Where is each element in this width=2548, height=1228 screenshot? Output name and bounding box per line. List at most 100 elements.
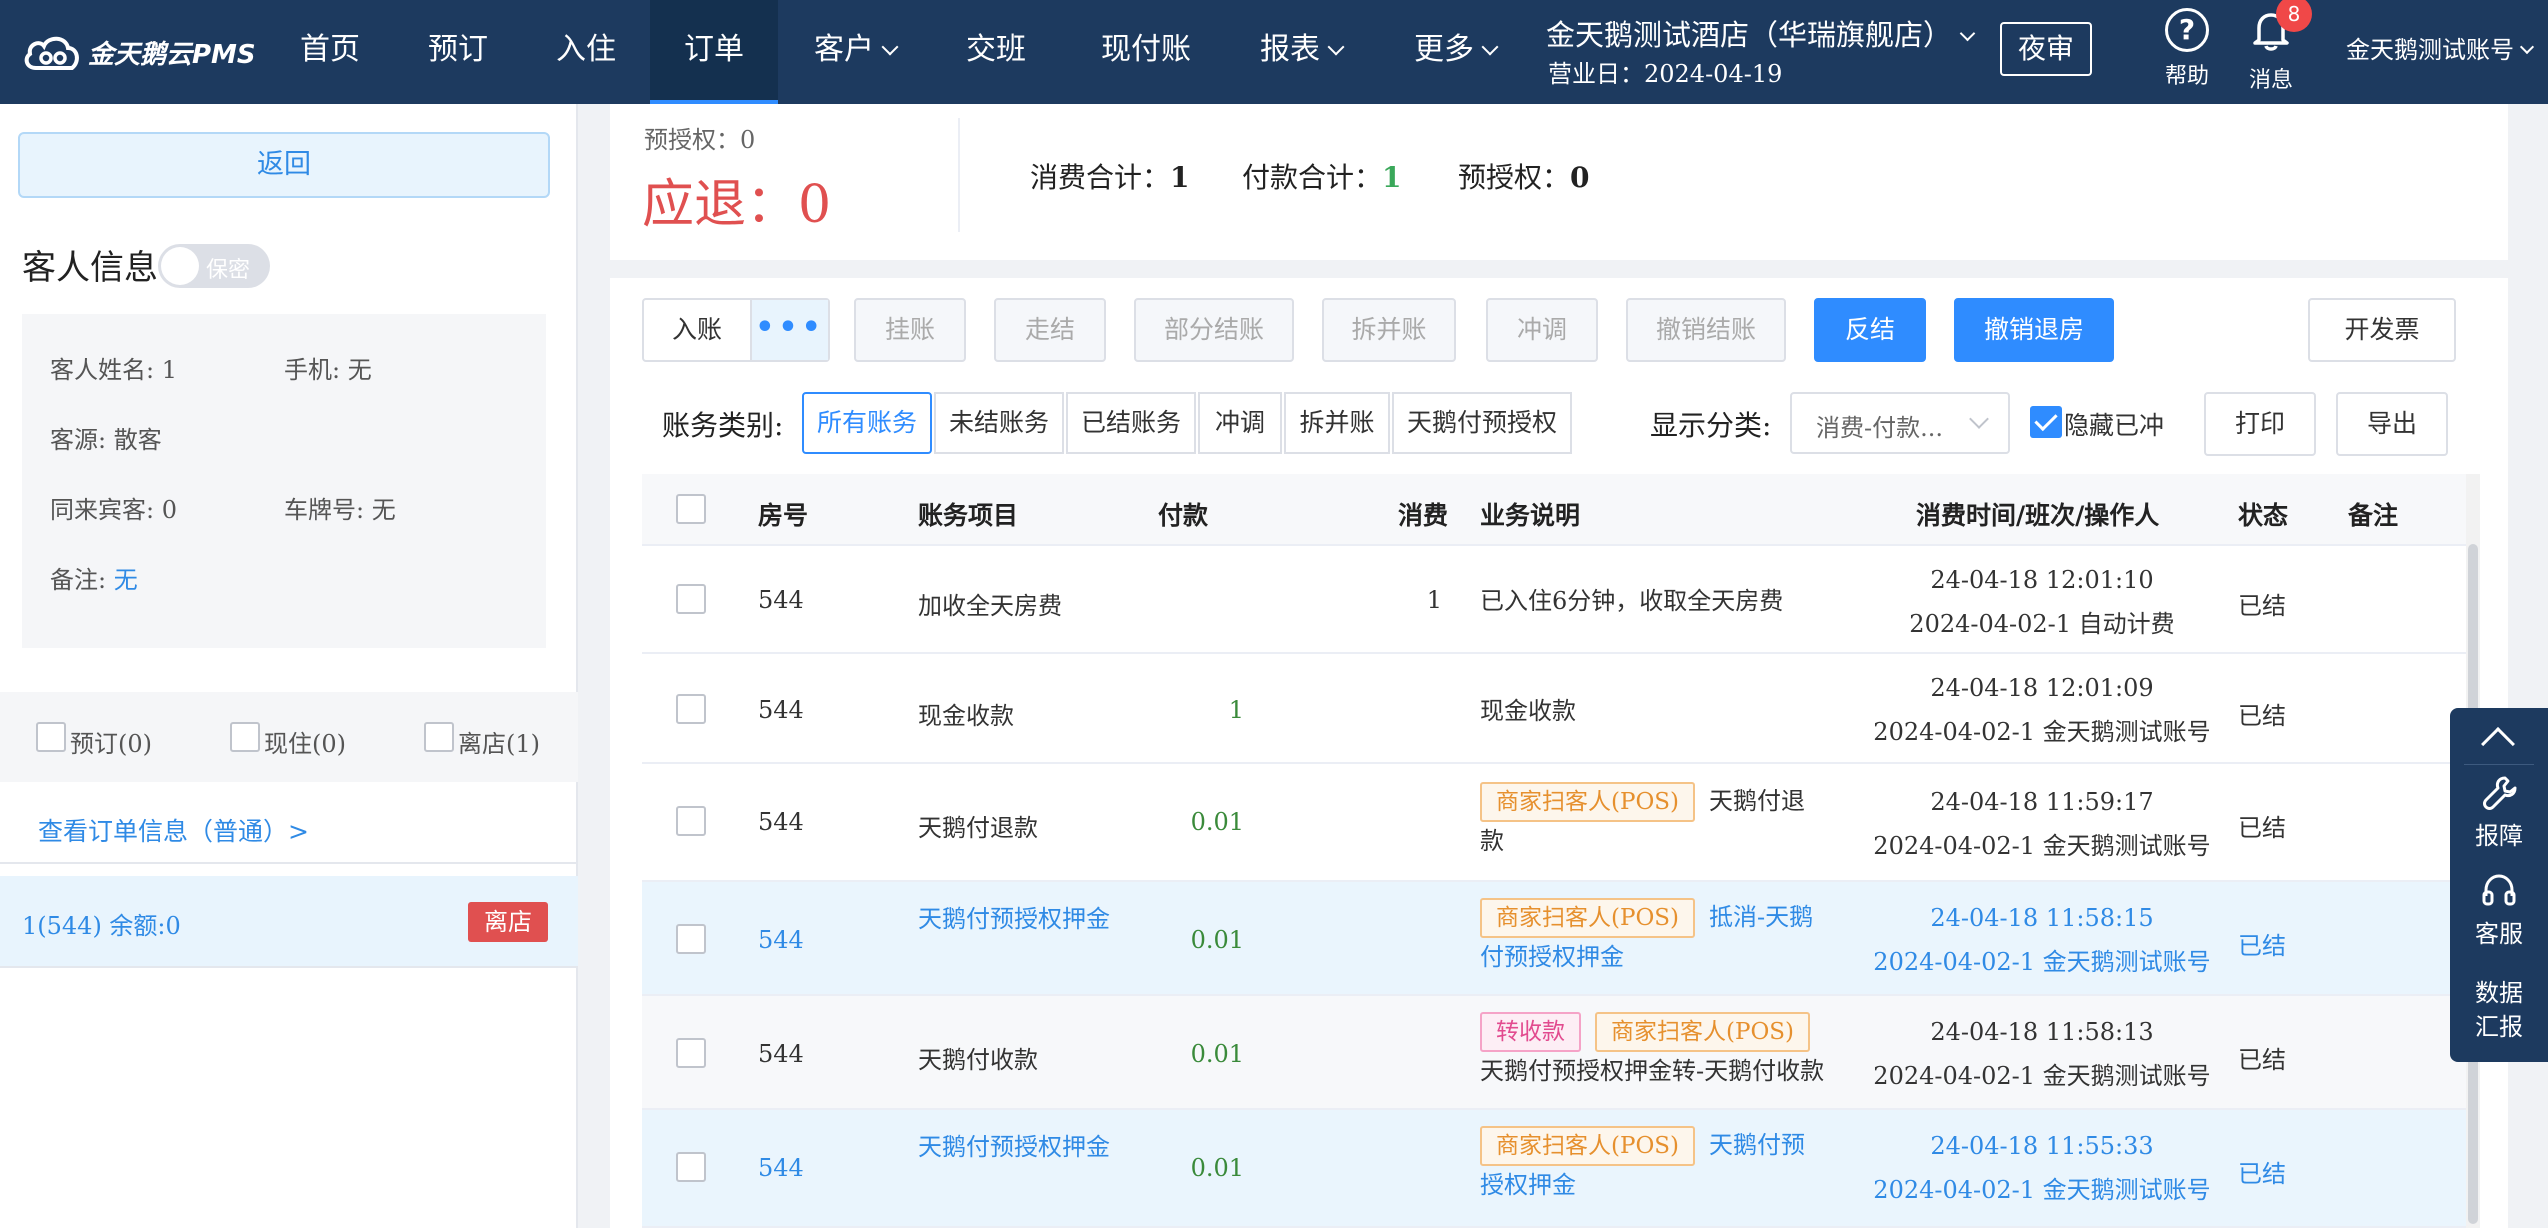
row-checkbox[interactable] — [676, 694, 706, 724]
cell-time: 24-04-18 12:01:09 — [1930, 674, 2154, 702]
remark-value[interactable]: 无 — [114, 566, 138, 594]
pos-scan-tag: 商家扫客人(POS) — [1480, 1126, 1696, 1166]
tab-unsettled[interactable]: 未结账务 — [934, 392, 1064, 454]
departed-status-tag: 离店 — [468, 902, 548, 942]
header-remark: 备注 — [2348, 501, 2399, 530]
night-audit-button[interactable]: 夜审 — [2000, 22, 2092, 76]
display-category-select[interactable]: 消费-付款... — [1790, 392, 2010, 454]
cell-shift-operator: 2024-04-02-1 金天鹅测试账号 — [1873, 948, 2211, 976]
report-issue-button[interactable]: 报障 — [2450, 774, 2548, 851]
nav-shift-handover[interactable]: 交班 — [948, 0, 1044, 104]
guest-source: 客源: 散客 — [50, 426, 162, 454]
customer-service-button[interactable]: 客服 — [2450, 872, 2548, 949]
cell-status: 已结 — [2238, 702, 2286, 730]
view-order-info-link[interactable]: 查看订单信息（普通）> — [38, 812, 309, 848]
print-button[interactable]: 打印 — [2204, 392, 2316, 456]
hide-adjusted-checkbox[interactable] — [2030, 406, 2062, 438]
messages-button[interactable]: 8 消息 — [2246, 0, 2312, 94]
post-charge-group: 入账 ••• — [642, 298, 830, 362]
nav-home[interactable]: 首页 — [282, 0, 378, 104]
table-row[interactable]: 544 天鹅付预授权押金 0.01 商家扫客人(POS) 抵消-天鹅付预授权押金 … — [642, 882, 2476, 996]
cell-shift-operator: 2024-04-02-1 金天鹅测试账号 — [1873, 1062, 2211, 1090]
post-charge-button[interactable]: 入账 — [644, 300, 750, 360]
cancel-settle-button[interactable]: 撤销结账 — [1626, 298, 1786, 362]
nav-cash-account[interactable]: 现付账 — [1086, 0, 1206, 104]
header-consume: 消费 — [1398, 501, 1449, 530]
logo[interactable]: 金天鹅云PMS — [22, 30, 256, 74]
row-checkbox[interactable] — [676, 584, 706, 614]
chevron-down-icon — [1327, 38, 1345, 56]
select-all-checkbox[interactable] — [676, 494, 706, 524]
consume-total-label: 消费合计： — [1030, 161, 1171, 194]
report-issue-label: 报障 — [2475, 822, 2523, 850]
chevron-up-icon[interactable] — [2481, 727, 2515, 761]
table-row[interactable]: 544 天鹅付收款 0.01 转收款 商家扫客人(POS) 天鹅付预授权押金转-天鹅… — [642, 996, 2476, 1110]
partial-settle-button[interactable]: 部分结账 — [1134, 298, 1294, 362]
more-actions-button[interactable]: ••• — [750, 300, 828, 360]
row-checkbox[interactable] — [676, 806, 706, 836]
cell-shift-operator: 2024-04-02-1 自动计费 — [1909, 610, 2175, 638]
nav-customers[interactable]: 客户 — [800, 0, 910, 104]
description-text: 已入住6分钟，收取全天房费 — [1480, 587, 1784, 615]
cell-room: 544 — [758, 1154, 804, 1182]
privacy-toggle[interactable]: 保密 — [158, 244, 270, 288]
data-report-button[interactable]: 数据 汇报 — [2450, 976, 2548, 1044]
hotel-selector[interactable]: 金天鹅测试酒店（华瑞旗舰店） — [1546, 12, 1976, 54]
guest-phone: 手机: 无 — [284, 356, 372, 384]
cell-room: 544 — [758, 586, 804, 614]
table-row[interactable]: 544 加收全天房费 1 已入住6分钟，收取全天房费 24-04-18 12:0… — [642, 546, 2476, 654]
pre-auth-total: 预授权：0 — [1458, 156, 1590, 196]
cell-description: 商家扫客人(POS) 天鹅付预授权押金 — [1480, 1126, 1828, 1204]
tab-split-merge[interactable]: 拆并账 — [1284, 392, 1390, 454]
headset-icon — [2482, 874, 2516, 906]
remark-label: 备注: — [50, 566, 114, 594]
room-balance: 1(544) 余额:0 — [22, 912, 181, 940]
chevron-down-icon — [1969, 409, 1989, 429]
cell-item: 加收全天房费 — [918, 592, 1062, 620]
undo-checkout-button[interactable]: 撤销退房 — [1954, 298, 2114, 362]
table-row[interactable]: 544 天鹅付预授权押金 0.01 商家扫客人(POS) 天鹅付预授权押金 24-… — [642, 1110, 2476, 1228]
filter-departed-checkbox[interactable] — [424, 722, 454, 752]
tab-swan-pay-preauth[interactable]: 天鹅付预授权 — [1392, 392, 1572, 454]
cell-payment: 0.01 — [1190, 1040, 1244, 1068]
filter-current-checkbox[interactable] — [230, 722, 260, 752]
nav-reservation[interactable]: 预订 — [410, 0, 506, 104]
split-merge-button[interactable]: 拆并账 — [1322, 298, 1456, 362]
issue-invoice-button[interactable]: 开发票 — [2308, 298, 2456, 362]
cell-status: 已结 — [2238, 932, 2286, 960]
tab-all-bills[interactable]: 所有账务 — [802, 392, 932, 454]
nav-reports[interactable]: 报表 — [1246, 0, 1356, 104]
table-row[interactable]: 544 天鹅付退款 0.01 商家扫客人(POS) 天鹅付退款 24-04-18 … — [642, 764, 2476, 882]
row-checkbox[interactable] — [676, 924, 706, 954]
export-button[interactable]: 导出 — [2336, 392, 2448, 456]
nav-orders[interactable]: 订单 — [650, 0, 778, 104]
account-menu[interactable]: 金天鹅测试账号 — [2346, 30, 2535, 65]
help-button[interactable]: ? 帮助 — [2162, 8, 2212, 90]
tab-adjust[interactable]: 冲调 — [1198, 392, 1282, 454]
row-checkbox[interactable] — [676, 1038, 706, 1068]
row-checkbox[interactable] — [676, 1152, 706, 1182]
back-button[interactable]: 返回 — [18, 132, 550, 198]
data-report-label-1: 数据 — [2475, 979, 2523, 1007]
refund-amount: 应退：0 — [642, 175, 832, 235]
floating-tool-panel: 报障 客服 数据 汇报 — [2450, 708, 2548, 1062]
hang-account-button[interactable]: 挂账 — [854, 298, 966, 362]
guest-info-panel: 客人姓名: 1 手机: 无 客源: 散客 同来宾客: 0 车牌号: 无 备注: … — [22, 314, 546, 648]
nav-shift-handover-label: 交班 — [966, 32, 1026, 67]
filter-reserved-checkbox[interactable] — [36, 722, 66, 752]
nav-checkin[interactable]: 入住 — [538, 0, 634, 104]
tab-settled[interactable]: 已结账务 — [1066, 392, 1196, 454]
nav-more[interactable]: 更多 — [1400, 0, 1510, 104]
cell-description: 已入住6分钟，收取全天房费 — [1480, 582, 1828, 620]
walk-settle-button[interactable]: 走结 — [994, 298, 1106, 362]
header-description: 业务说明 — [1480, 501, 1581, 530]
top-navigation-bar: 金天鹅云PMS 首页 预订 入住 订单 客户 交班 现付账 报表 更多 金天鹅测… — [0, 0, 2548, 104]
room-list-item[interactable]: 1(544) 余额:0 离店 — [0, 876, 578, 966]
divider — [0, 966, 578, 968]
pos-scan-tag: 商家扫客人(POS) — [1480, 782, 1696, 822]
table-row[interactable]: 544 现金收款 1 现金收款 24-04-18 12:01:09 2024-0… — [642, 654, 2476, 764]
cell-room: 544 — [758, 1040, 804, 1068]
reverse-settle-button[interactable]: 反结 — [1814, 298, 1926, 362]
adjust-button[interactable]: 冲调 — [1486, 298, 1598, 362]
consume-total-value: 1 — [1170, 161, 1190, 194]
